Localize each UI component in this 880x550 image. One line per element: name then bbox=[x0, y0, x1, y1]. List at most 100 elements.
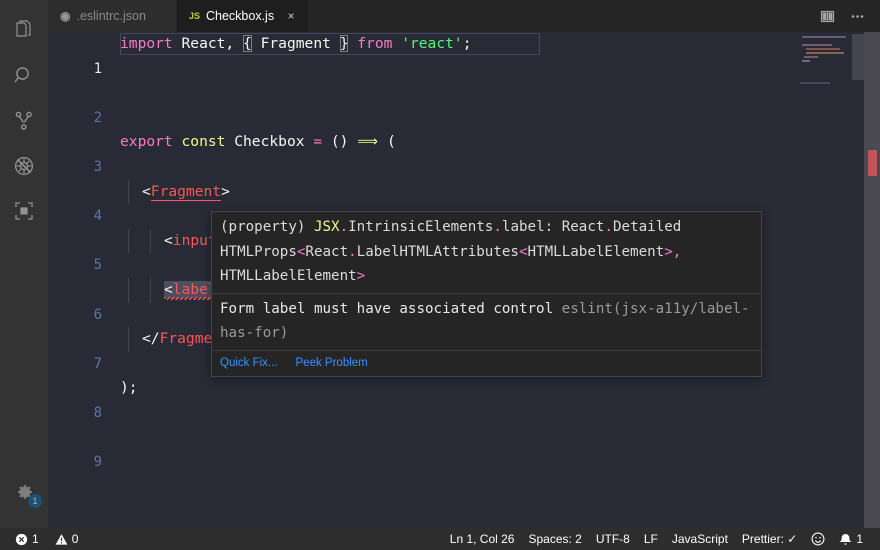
source-control-icon[interactable] bbox=[0, 98, 48, 143]
hover-attrs: LabelHTMLAttributes bbox=[356, 243, 519, 260]
token-identifier: React, bbox=[172, 35, 244, 52]
token-parens: () bbox=[322, 133, 358, 151]
line-number: 3 bbox=[93, 158, 102, 175]
editor-tab-bar: ◉ .eslintrc.json JS Checkbox.js × bbox=[48, 0, 880, 32]
token-brace-open: { bbox=[243, 35, 252, 52]
editor-pane[interactable]: 1 import React, { Fragment } from 'react… bbox=[48, 32, 880, 528]
hover-signature-line-1: (property) JSX.IntrinsicElements.label: … bbox=[220, 215, 753, 240]
code-line[interactable]: 1 import React, { Fragment } from 'react… bbox=[48, 32, 800, 77]
error-count-value: 1 bbox=[32, 532, 39, 546]
line-text: import React, { Fragment } from 'react'; bbox=[120, 32, 472, 57]
hover-dot: . bbox=[339, 219, 349, 235]
token-keyword: import bbox=[120, 35, 173, 52]
hover-dot: . bbox=[493, 219, 502, 235]
token-angle-open: < bbox=[164, 231, 173, 249]
code-line[interactable]: 4 <Fragment> bbox=[48, 179, 800, 224]
extensions-icon[interactable] bbox=[0, 188, 48, 233]
line-number: 6 bbox=[93, 306, 102, 323]
minimap-slider[interactable] bbox=[852, 34, 864, 80]
token-string: 'react' bbox=[401, 35, 463, 52]
activity-bar-top bbox=[0, 0, 48, 233]
token-operator: = bbox=[313, 133, 323, 151]
status-language-mode[interactable]: JavaScript bbox=[665, 528, 735, 550]
line-number: 7 bbox=[93, 355, 102, 372]
status-cursor-position[interactable]: Ln 1, Col 26 bbox=[443, 528, 522, 550]
hover-detailed: Detailed bbox=[612, 219, 682, 235]
token-paren-open: ( bbox=[378, 133, 396, 151]
hover-prefix: (property) bbox=[220, 219, 314, 235]
token-keyword: export bbox=[120, 133, 173, 151]
token-angle-close: > bbox=[221, 182, 230, 200]
hover-angle: < bbox=[518, 243, 528, 260]
minimap[interactable] bbox=[800, 32, 864, 528]
explorer-icon[interactable] bbox=[0, 8, 48, 53]
hover-comma: , bbox=[672, 243, 682, 260]
token-punctuation: ); bbox=[120, 379, 138, 397]
hover-element: HTMLLabelElement bbox=[220, 268, 357, 285]
line-number: 9 bbox=[93, 454, 102, 471]
status-error-count[interactable]: 1 bbox=[8, 528, 46, 550]
token-keyword: const bbox=[172, 133, 226, 151]
status-prettier[interactable]: Prettier: ✓ bbox=[735, 528, 804, 550]
tab-eslintrc-json[interactable]: ◉ .eslintrc.json bbox=[48, 0, 177, 32]
activity-bar-bottom: 1 bbox=[0, 469, 48, 528]
tab-close-icon[interactable]: × bbox=[284, 9, 298, 23]
hover-htmlprops: HTMLProps bbox=[220, 243, 297, 260]
search-icon[interactable] bbox=[0, 53, 48, 98]
token-angle-open: < bbox=[142, 182, 151, 200]
bell-icon bbox=[839, 533, 852, 546]
gear-icon[interactable]: 1 bbox=[0, 469, 48, 514]
status-warning-count[interactable]: 0 bbox=[48, 528, 86, 550]
status-eol[interactable]: LF bbox=[637, 528, 665, 550]
code-line[interactable]: 8 ); bbox=[48, 376, 800, 421]
code-line[interactable]: 3 export const Checkbox = () ⟹ ( bbox=[48, 130, 800, 175]
line-number: 4 bbox=[93, 208, 102, 225]
status-bar: 1 0 Ln 1, Col 26 Spaces: 2 UTF-8 LF Java… bbox=[0, 528, 880, 550]
peek-problem-link[interactable]: Peek Problem bbox=[296, 355, 368, 371]
tab-label: Checkbox.js bbox=[205, 9, 275, 23]
line-number: 1 bbox=[93, 60, 102, 77]
hover-signature: (property) JSX.IntrinsicElements.label: … bbox=[212, 212, 761, 293]
more-actions-icon[interactable] bbox=[844, 3, 870, 29]
hover-action-bar: Quick Fix... Peek Problem bbox=[212, 349, 761, 376]
line-number: 5 bbox=[93, 257, 102, 274]
json-file-icon: ◉ bbox=[60, 9, 71, 23]
line-text: ); bbox=[120, 376, 138, 401]
vscode-window: 1 ◉ .eslintrc.json JS Checkbox.js × 1 im… bbox=[0, 0, 880, 550]
hover-signature-line-2: HTMLProps<React.LabelHTMLAttributes<HTML… bbox=[220, 240, 753, 265]
token-punctuation: ; bbox=[462, 35, 472, 52]
hover-element: HTMLLabelElement bbox=[527, 243, 665, 260]
status-notifications[interactable]: 1 bbox=[832, 528, 870, 550]
token-keyword: from bbox=[348, 35, 402, 52]
hover-react: React bbox=[561, 219, 605, 235]
line-text: <Fragment> bbox=[142, 180, 230, 205]
hover-dot: . bbox=[348, 243, 357, 260]
feedback-smiley-icon[interactable] bbox=[804, 528, 832, 550]
diagnostic-message: Form label must have associated control bbox=[220, 300, 562, 317]
status-indentation[interactable]: Spaces: 2 bbox=[521, 528, 588, 550]
code-line[interactable]: 9 bbox=[48, 426, 800, 470]
editor-actions bbox=[814, 0, 880, 32]
settings-badge: 1 bbox=[28, 494, 42, 508]
error-marker[interactable] bbox=[868, 150, 877, 176]
token-close-angle: </ bbox=[142, 330, 160, 348]
hover-react: React bbox=[305, 243, 349, 260]
run-debug-icon[interactable] bbox=[0, 143, 48, 188]
token-identifier: Fragment bbox=[251, 35, 340, 52]
hover-angle: > bbox=[664, 243, 673, 260]
warning-count-value: 0 bbox=[71, 532, 79, 546]
split-editor-icon[interactable] bbox=[814, 3, 840, 29]
status-encoding[interactable]: UTF-8 bbox=[589, 528, 637, 550]
quick-fix-link[interactable]: Quick Fix... bbox=[220, 355, 278, 371]
hover-tooltip[interactable]: (property) JSX.IntrinsicElements.label: … bbox=[211, 211, 762, 377]
line-text: export const Checkbox = () ⟹ ( bbox=[120, 130, 396, 155]
hover-label: label bbox=[501, 219, 545, 235]
line-number: 8 bbox=[93, 404, 102, 421]
hover-dot: . bbox=[604, 219, 613, 235]
warning-icon bbox=[55, 533, 68, 546]
overview-ruler-scrollbar[interactable] bbox=[864, 32, 880, 528]
tab-checkbox-js[interactable]: JS Checkbox.js × bbox=[176, 0, 310, 32]
error-icon bbox=[15, 533, 28, 546]
hover-angle: > bbox=[356, 268, 366, 285]
code-line[interactable]: 2 bbox=[48, 81, 800, 126]
